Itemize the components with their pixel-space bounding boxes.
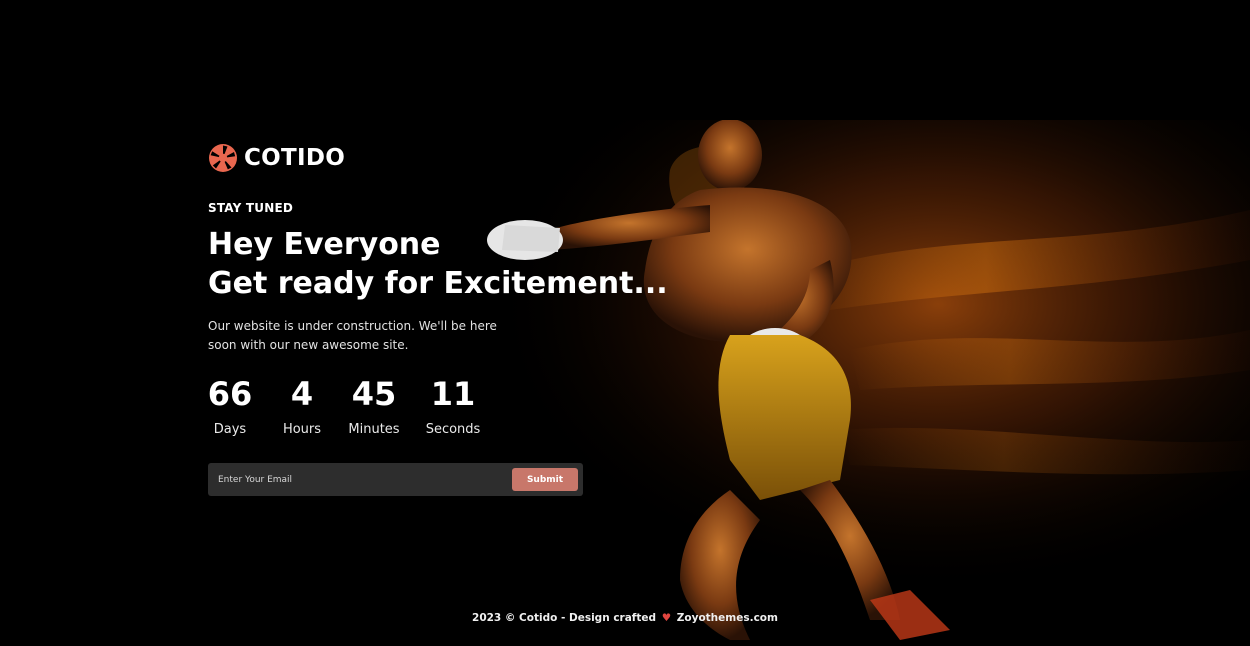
countdown-label: Days (213, 422, 247, 437)
subscribe-form: Submit (208, 463, 583, 496)
countdown-value: 66 (207, 375, 253, 413)
countdown-value: 11 (430, 375, 476, 413)
page-title: Hey Everyone Get ready for Excitement... (208, 225, 668, 303)
countdown-value: 45 (351, 375, 397, 413)
countdown-hours: 4 Hours (280, 374, 324, 437)
headline-line-1: Hey Everyone (208, 227, 441, 262)
countdown-minutes: 45 Minutes (346, 374, 402, 437)
headline-line-2: Get ready for Excitement... (208, 266, 668, 301)
footer-copyright: 2023 © Cotido - Design crafted (472, 612, 657, 624)
countdown-timer: 66 Days 4 Hours 45 Minutes 11 Seconds (208, 374, 668, 437)
footer: 2023 © Cotido - Design crafted ♥ Zoyothe… (0, 612, 1250, 624)
countdown-seconds: 11 Seconds (423, 374, 483, 437)
aperture-icon (209, 144, 237, 172)
description: Our website is under construction. We'll… (208, 319, 497, 352)
countdown-label: Minutes (348, 422, 400, 437)
countdown-value: 4 (290, 375, 314, 413)
brand[interactable]: COTIDO (208, 141, 668, 175)
submit-button[interactable]: Submit (512, 468, 578, 491)
footer-link[interactable]: Zoyothemes.com (677, 612, 778, 624)
heart-icon: ♥ (661, 612, 672, 624)
brand-name: COTIDO (244, 145, 346, 171)
email-field[interactable] (208, 463, 512, 496)
tagline: STAY TUNED (208, 201, 294, 215)
countdown-label: Hours (282, 422, 322, 437)
countdown-label: Seconds (425, 422, 481, 437)
main-content: COTIDO STAY TUNED Hey Everyone Get ready… (208, 141, 668, 496)
countdown-days: 66 Days (207, 374, 253, 437)
